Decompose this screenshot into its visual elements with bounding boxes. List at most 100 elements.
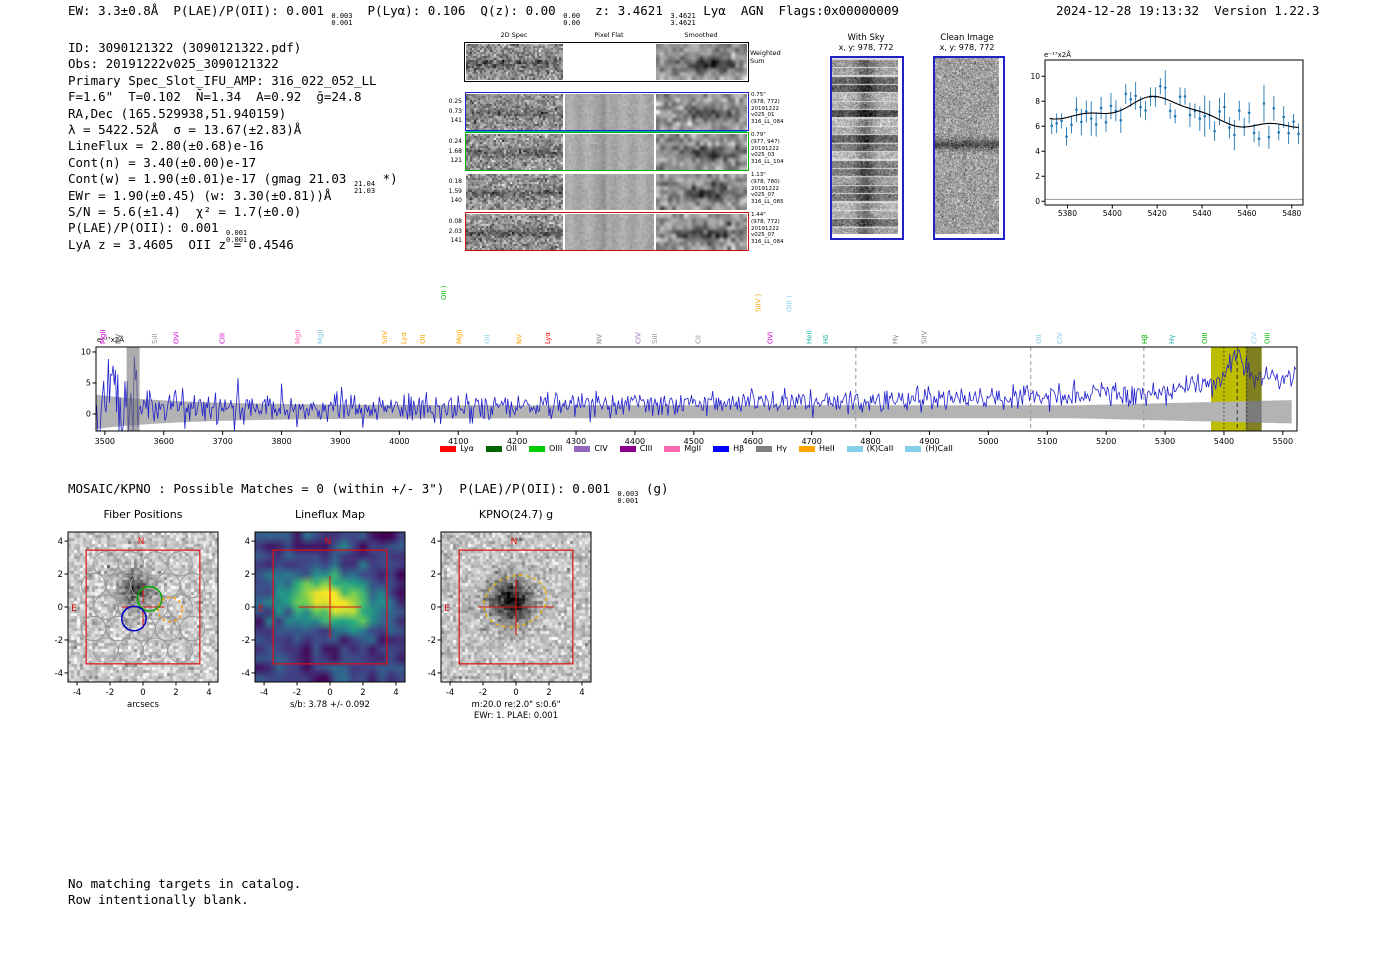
- data-point: [1105, 121, 1108, 124]
- emission-line-label: Lyα: [544, 332, 552, 344]
- fiber-id-label: 20191222: [751, 226, 784, 233]
- cutout-title: KPNO(24.7) g: [479, 508, 553, 521]
- sup-sub-fraction: 0.0030.001: [331, 13, 352, 27]
- fiber-2d-spec-image: [466, 174, 563, 210]
- cutout-title: Lineflux Map: [295, 508, 365, 521]
- fiber-id-label: 316_LL_104: [751, 159, 784, 166]
- fiber-row-left-labels: 0.250.73141: [440, 97, 462, 126]
- fiber-circle: [168, 638, 192, 662]
- sup-sub-fraction: 0.0030.001: [617, 491, 638, 505]
- emission-line-label: CIV: [1251, 332, 1259, 344]
- footer-line: No matching targets in catalog.: [68, 876, 301, 892]
- y-tick-label: 0: [58, 603, 63, 613]
- x-tick-label: -4: [73, 688, 81, 698]
- fiber-id-label: 1.13": [751, 172, 784, 179]
- data-point: [1124, 92, 1127, 95]
- fiber-id-label: v025_01: [751, 112, 784, 119]
- report-datetime: 2024-12-28 19:13:32: [1056, 3, 1199, 18]
- info-line: λ = 5422.52Å σ = 13.67(±2.83)Å: [68, 122, 398, 138]
- x-tick-label: 2: [360, 688, 365, 698]
- full-spectrum-plot: 3500360037003800390040004100420043004400…: [88, 260, 1308, 472]
- data-point: [1174, 115, 1177, 118]
- legend-swatch: [847, 446, 863, 452]
- y-tick-label: 10: [1030, 72, 1040, 81]
- fiber-weight-label: 1.68: [440, 147, 462, 157]
- text-segment: z: 3.4621: [580, 3, 670, 18]
- info-line: EWr = 1.90(±0.45) (w: 3.30(±0.81))Å: [68, 188, 398, 204]
- data-point: [1228, 126, 1231, 129]
- emission-line-label: OIII: [1201, 332, 1209, 344]
- emission-line-label: CIII: [219, 333, 227, 344]
- pixel-flat-image: [565, 174, 654, 210]
- left-gray-band: [127, 347, 140, 431]
- text-segment: Lyα AGN Flags:0x00000009: [696, 3, 899, 18]
- legend-item: HeII: [799, 444, 835, 453]
- emission-line-label: OIII ): [785, 295, 793, 312]
- emission-line-label: SiIV: [921, 331, 929, 344]
- clean-image: [935, 58, 999, 234]
- info-line: Cont(n) = 3.40(±0.00)e-17: [68, 155, 398, 171]
- with-sky-title-text: With Sky: [847, 33, 884, 43]
- x-tick-label: 0: [140, 688, 145, 698]
- fiber-circle: [118, 638, 142, 662]
- fiber-circle: [143, 552, 167, 576]
- y-tick-label: 4: [431, 537, 436, 547]
- y-tick-label: 0: [245, 603, 250, 613]
- fiber-circle: [106, 573, 130, 597]
- fiber-id-label: v025_07: [751, 192, 784, 199]
- text-segment: LineFlux = 2.80(±0.68)e-16: [68, 138, 264, 153]
- data-point: [1218, 110, 1221, 113]
- emission-line-label: NV: [596, 334, 604, 344]
- fiber-id-label: 316_LL_084: [751, 239, 784, 246]
- fiber-2d-spec-image: [466, 94, 563, 130]
- data-point: [1199, 117, 1202, 120]
- legend-label: (H)CaII: [925, 444, 952, 453]
- x-tick-label: -2: [106, 688, 114, 698]
- fiber-id-label: 1.44": [751, 212, 784, 219]
- y-tick-label: 0: [431, 603, 436, 613]
- emission-line-label: Hγ: [891, 335, 899, 344]
- weighted-smoothed-image: [656, 44, 747, 80]
- fiber-weight-label: 0.18: [440, 177, 462, 187]
- fiber-id-label: (978, 772): [751, 219, 784, 226]
- legend-item: MgII: [664, 444, 701, 453]
- fiber-id-label: 20191222: [751, 146, 784, 153]
- smoothed-image: [656, 134, 747, 170]
- cutout-xlabel2: EWr: 1. PLAE: 0.001: [474, 711, 558, 721]
- fraction-bottom: 21.03: [354, 188, 375, 195]
- fiber-circle: [156, 573, 180, 597]
- y-tick-label: 0: [1035, 197, 1040, 206]
- text-segment: *): [375, 171, 398, 186]
- legend-swatch: [574, 446, 590, 452]
- fiber-2d-spec-image: [466, 134, 563, 170]
- detection-dark-band: [1246, 347, 1262, 431]
- fiber-circle: [180, 573, 204, 597]
- fiber-weight-label: 0.24: [440, 137, 462, 147]
- data-point: [1268, 136, 1271, 139]
- with-sky-image: [832, 58, 898, 234]
- info-line: LineFlux = 2.80(±0.68)e-16: [68, 138, 398, 154]
- info-line: P(LAE)/P(OII): 0.001 0.0010.001: [68, 220, 398, 236]
- text-segment: (g): [638, 481, 668, 496]
- fiber-circle: [180, 616, 204, 640]
- x-tick-label: 5380: [1058, 209, 1077, 218]
- with-sky-coords-text: x, y: 978, 772: [839, 43, 894, 52]
- sup-sub-fraction: 3.46213.4621: [670, 13, 695, 27]
- y-tick-label: 2: [245, 570, 250, 580]
- data-point: [1144, 109, 1147, 112]
- emission-line-label: OII: [419, 334, 427, 344]
- y-tick-label: 0: [86, 409, 91, 418]
- text-segment: Obs: 20191222v025_3090121322: [68, 56, 279, 71]
- pixel-flat-image: [565, 134, 654, 170]
- legend-item: OIII: [529, 444, 562, 453]
- x-tick-label: 2: [546, 688, 551, 698]
- data-point: [1169, 110, 1172, 113]
- x-tick-label: 4: [206, 688, 211, 698]
- data-point: [1139, 106, 1142, 109]
- cutout-overlay: -4-4-2-2002244s/b: 3.78 +/- 0.092NE: [223, 524, 431, 724]
- info-line: Obs: 20191222v025_3090121322: [68, 56, 398, 72]
- legend-swatch: [905, 446, 921, 452]
- fraction-bottom: 0.001: [617, 498, 638, 505]
- emission-line-label: CIV: [634, 332, 642, 344]
- y-tick-label: 4: [245, 537, 250, 547]
